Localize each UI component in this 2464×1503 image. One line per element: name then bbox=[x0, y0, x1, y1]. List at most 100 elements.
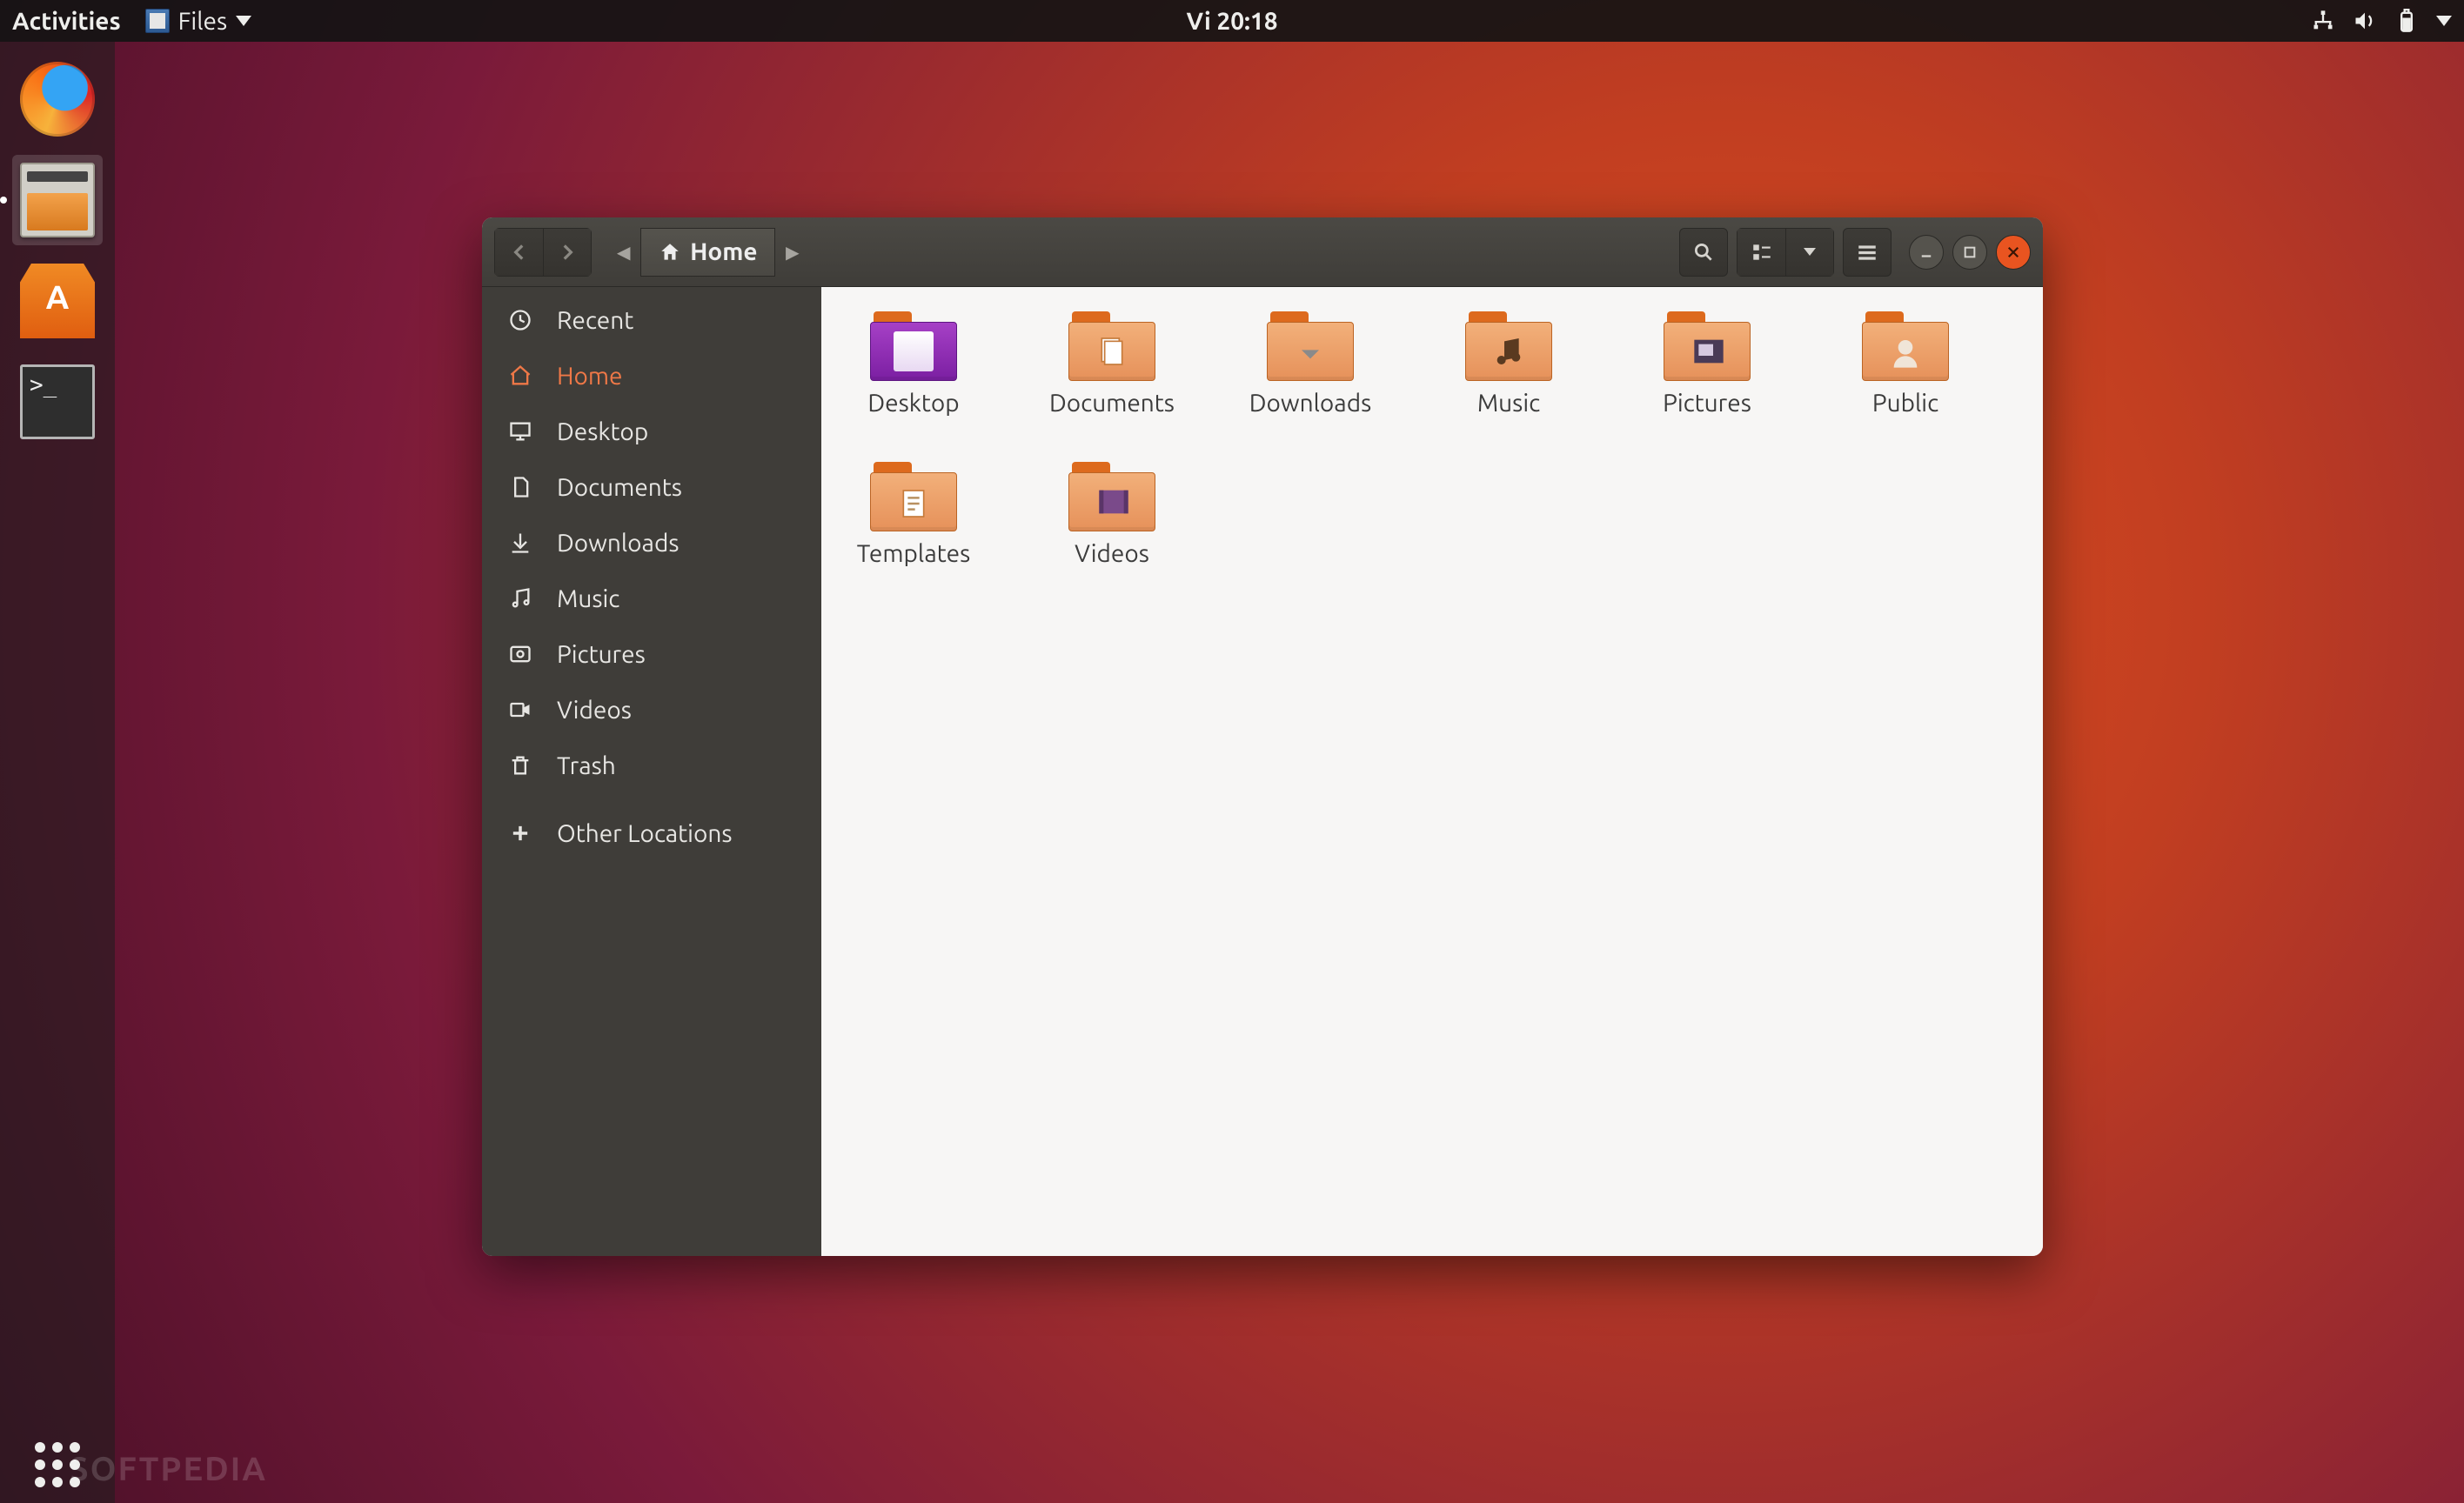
back-button[interactable] bbox=[494, 228, 543, 277]
folder-item-public[interactable]: Public bbox=[1832, 311, 1979, 417]
sidebar-item-label: Recent bbox=[557, 307, 633, 334]
path-prev-icon[interactable]: ◂ bbox=[607, 228, 640, 277]
sidebar-item-label: Desktop bbox=[557, 418, 648, 445]
sidebar-item-label: Home bbox=[557, 363, 623, 390]
sidebar-item-music[interactable]: Music bbox=[482, 571, 821, 626]
sidebar-item-label: Videos bbox=[557, 697, 632, 724]
folder-item-videos[interactable]: Videos bbox=[1039, 462, 1185, 567]
folder-item-music[interactable]: Music bbox=[1436, 311, 1582, 417]
pictures-icon bbox=[506, 640, 534, 668]
clock[interactable]: Vi 20:18 bbox=[1187, 8, 1278, 35]
sidebar-item-home[interactable]: Home bbox=[482, 348, 821, 404]
folder-label: Public bbox=[1872, 390, 1938, 417]
firefox-icon bbox=[20, 62, 95, 137]
folder-grid: Desktop Documents Downloads Music Pictures Pu… bbox=[840, 311, 2024, 567]
recent-icon bbox=[506, 306, 534, 334]
maximize-button[interactable] bbox=[1952, 235, 1987, 270]
sidebar-item-label: Documents bbox=[557, 474, 682, 501]
path-label: Home bbox=[690, 238, 757, 265]
folder-icon bbox=[1664, 311, 1751, 381]
chevron-down-icon[interactable] bbox=[2436, 16, 2452, 26]
dock-item-files[interactable] bbox=[12, 155, 103, 245]
documents-icon bbox=[506, 473, 534, 501]
sidebar-item-other[interactable]: Other Locations bbox=[482, 805, 821, 861]
folder-label: Downloads bbox=[1249, 390, 1371, 417]
files-icon bbox=[20, 163, 95, 237]
chevron-down-icon bbox=[236, 16, 251, 26]
videos-icon bbox=[506, 696, 534, 724]
folder-item-desktop[interactable]: Desktop bbox=[840, 311, 987, 417]
path-home[interactable]: Home bbox=[640, 228, 775, 277]
activities-button[interactable]: Activities bbox=[12, 8, 121, 35]
dock-item-terminal[interactable] bbox=[12, 357, 103, 447]
sidebar-item-recent[interactable]: Recent bbox=[482, 292, 821, 348]
sidebar-item-videos[interactable]: Videos bbox=[482, 682, 821, 738]
folder-icon bbox=[870, 311, 957, 381]
files-window: ◂ Home ▸ Recent Home Desktop Documents Downl… bbox=[482, 217, 2043, 1256]
sidebar-item-documents[interactable]: Documents bbox=[482, 459, 821, 515]
sidebar-item-label: Downloads bbox=[557, 530, 679, 557]
folder-item-documents[interactable]: Documents bbox=[1039, 311, 1185, 417]
view-list-button[interactable] bbox=[1737, 228, 1785, 277]
app-menu-label: Files bbox=[178, 8, 227, 35]
system-tray[interactable] bbox=[2311, 9, 2464, 33]
forward-button[interactable] bbox=[543, 228, 592, 277]
sidebar: Recent Home Desktop Documents Downloads Music… bbox=[482, 287, 821, 1256]
dock-item-software[interactable] bbox=[12, 256, 103, 346]
videos-icon bbox=[1095, 484, 1129, 519]
watermark: SOFTPEDIA bbox=[70, 1451, 267, 1487]
dock-item-firefox[interactable] bbox=[12, 54, 103, 144]
folder-label: Videos bbox=[1075, 540, 1149, 567]
path-next-icon[interactable]: ▸ bbox=[775, 228, 808, 277]
sidebar-item-trash[interactable]: Trash bbox=[482, 738, 821, 793]
folder-icon bbox=[870, 462, 957, 531]
home-icon bbox=[659, 241, 681, 264]
music-icon bbox=[1491, 334, 1526, 369]
folder-icon bbox=[1465, 311, 1552, 381]
folder-label: Documents bbox=[1049, 390, 1175, 417]
public-icon bbox=[1888, 334, 1923, 369]
downloads-icon bbox=[1293, 334, 1328, 369]
hamburger-menu[interactable] bbox=[1843, 228, 1892, 277]
chevron-down-icon bbox=[1804, 248, 1816, 256]
sidebar-item-pictures[interactable]: Pictures bbox=[482, 626, 821, 682]
close-button[interactable] bbox=[1996, 235, 2031, 270]
folder-label: Pictures bbox=[1663, 390, 1751, 417]
folder-item-pictures[interactable]: Pictures bbox=[1634, 311, 1780, 417]
desktop-icon bbox=[506, 418, 534, 445]
volume-icon[interactable] bbox=[2353, 9, 2377, 33]
sidebar-item-desktop[interactable]: Desktop bbox=[482, 404, 821, 459]
sidebar-item-label: Pictures bbox=[557, 641, 646, 668]
minimize-button[interactable] bbox=[1909, 235, 1944, 270]
folder-icon bbox=[1862, 311, 1949, 381]
files-icon bbox=[145, 9, 170, 33]
sidebar-item-downloads[interactable]: Downloads bbox=[482, 515, 821, 571]
folder-label: Music bbox=[1477, 390, 1540, 417]
templates-icon bbox=[896, 484, 931, 519]
app-menu[interactable]: Files bbox=[145, 8, 251, 35]
other-icon bbox=[506, 819, 534, 847]
headerbar: ◂ Home ▸ bbox=[482, 217, 2043, 287]
downloads-icon bbox=[506, 529, 534, 557]
search-button[interactable] bbox=[1679, 228, 1728, 277]
battery-icon[interactable] bbox=[2394, 9, 2419, 33]
sidebar-item-label: Music bbox=[557, 585, 619, 612]
folder-icon bbox=[1068, 311, 1155, 381]
home-icon bbox=[506, 362, 534, 390]
music-icon bbox=[506, 584, 534, 612]
folder-icon bbox=[1267, 311, 1354, 381]
sidebar-item-label: Other Locations bbox=[557, 820, 733, 847]
folder-item-templates[interactable]: Templates bbox=[840, 462, 987, 567]
software-icon bbox=[20, 264, 95, 338]
folder-label: Templates bbox=[857, 540, 971, 567]
pictures-icon bbox=[1690, 334, 1724, 369]
network-icon[interactable] bbox=[2311, 9, 2335, 33]
trash-icon bbox=[506, 752, 534, 779]
path-bar: ◂ Home ▸ bbox=[607, 228, 809, 277]
content-area[interactable]: Desktop Documents Downloads Music Pictures Pu… bbox=[821, 287, 2043, 1256]
view-menu-button[interactable] bbox=[1785, 228, 1834, 277]
folder-icon bbox=[1068, 462, 1155, 531]
folder-item-downloads[interactable]: Downloads bbox=[1237, 311, 1383, 417]
documents-icon bbox=[1095, 334, 1129, 369]
dock bbox=[0, 42, 115, 1503]
